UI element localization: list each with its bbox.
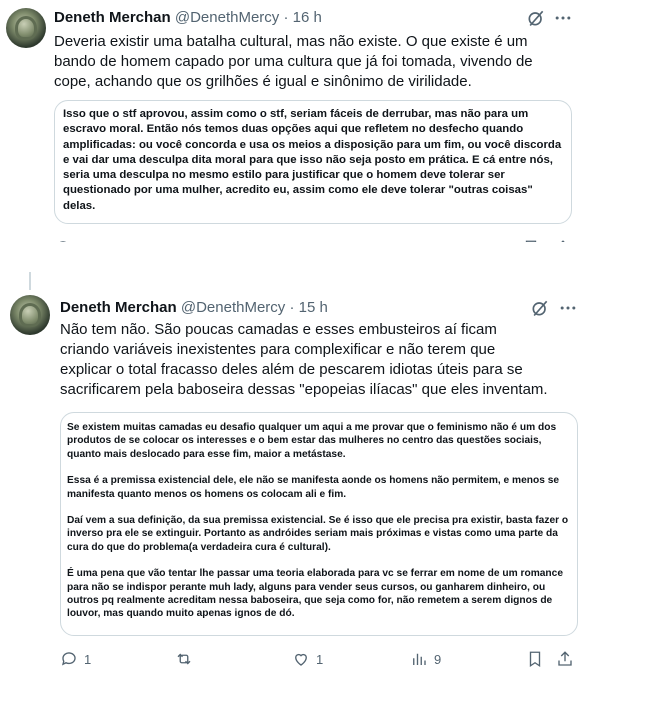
grok-icon[interactable] bbox=[530, 298, 550, 318]
tweet-header: Deneth Merchan @DenethMercy · 15 h bbox=[60, 299, 328, 316]
like-button[interactable]: 1 bbox=[292, 649, 323, 669]
separator-dot: · bbox=[289, 299, 295, 316]
reply-count: 1 bbox=[84, 651, 92, 667]
author-avatar[interactable] bbox=[10, 295, 50, 335]
repost-button[interactable] bbox=[175, 649, 193, 669]
tweet-text: Deveria existir uma batalha cultural, ma… bbox=[54, 33, 533, 90]
views-icon bbox=[413, 653, 426, 665]
image-text: Isso que o stf aprovou, assim como o stf… bbox=[55, 101, 571, 214]
more-icon[interactable] bbox=[558, 298, 578, 318]
like-count: 1 bbox=[316, 651, 324, 667]
scroll-cutoff bbox=[0, 242, 661, 264]
reply-button[interactable]: 1 bbox=[60, 649, 91, 669]
author-avatar[interactable] bbox=[6, 8, 46, 48]
share-icon bbox=[558, 651, 572, 666]
repost-icon bbox=[177, 653, 191, 665]
image-paragraph: Se existem muitas camadas eu desafio qua… bbox=[67, 422, 557, 460]
author-name[interactable]: Deneth Merchan bbox=[60, 299, 177, 316]
tweet-time[interactable]: 15 h bbox=[299, 299, 328, 316]
share-button[interactable] bbox=[556, 649, 574, 669]
image-text: Se existem muitas camadas eu desafio qua… bbox=[61, 413, 577, 621]
author-handle[interactable]: @DenethMercy bbox=[175, 9, 279, 26]
more-icon[interactable] bbox=[553, 8, 573, 28]
tweet-header: Deneth Merchan @DenethMercy · 16 h bbox=[54, 9, 322, 26]
separator-dot: · bbox=[283, 9, 289, 26]
tweet-actions: 1 1 9 bbox=[60, 649, 580, 669]
bookmark-icon bbox=[529, 651, 541, 668]
views-count: 9 bbox=[434, 651, 442, 667]
tweet-time[interactable]: 16 h bbox=[293, 9, 322, 26]
bookmark-button[interactable] bbox=[526, 649, 544, 669]
image-paragraph: Essa é a premissa existencial dele, ele … bbox=[67, 475, 560, 500]
grok-icon[interactable] bbox=[526, 8, 546, 28]
tweet-1[interactable]: Deneth Merchan @DenethMercy · 16 h Dever… bbox=[0, 0, 590, 257]
image-paragraph: Daí vem a sua definição, da sua premissa… bbox=[67, 515, 569, 553]
author-name[interactable]: Deneth Merchan bbox=[54, 9, 171, 26]
like-icon bbox=[295, 653, 307, 666]
image-paragraph: Isso que o stf aprovou, assim como o stf… bbox=[63, 108, 562, 212]
author-handle[interactable]: @DenethMercy bbox=[181, 299, 285, 316]
tweet-image[interactable]: Isso que o stf aprovou, assim como o stf… bbox=[54, 100, 572, 224]
tweet-text: Não tem não. São poucas camadas e esses … bbox=[60, 321, 548, 398]
tweet-image[interactable]: Se existem muitas camadas eu desafio qua… bbox=[60, 412, 578, 636]
views-button[interactable]: 9 bbox=[410, 649, 441, 669]
tweet-2[interactable]: Deneth Merchan @DenethMercy · 15 h Não t… bbox=[0, 280, 590, 700]
reply-icon bbox=[61, 652, 76, 666]
image-paragraph: É uma pena que vão tentar lhe passar uma… bbox=[67, 568, 563, 620]
